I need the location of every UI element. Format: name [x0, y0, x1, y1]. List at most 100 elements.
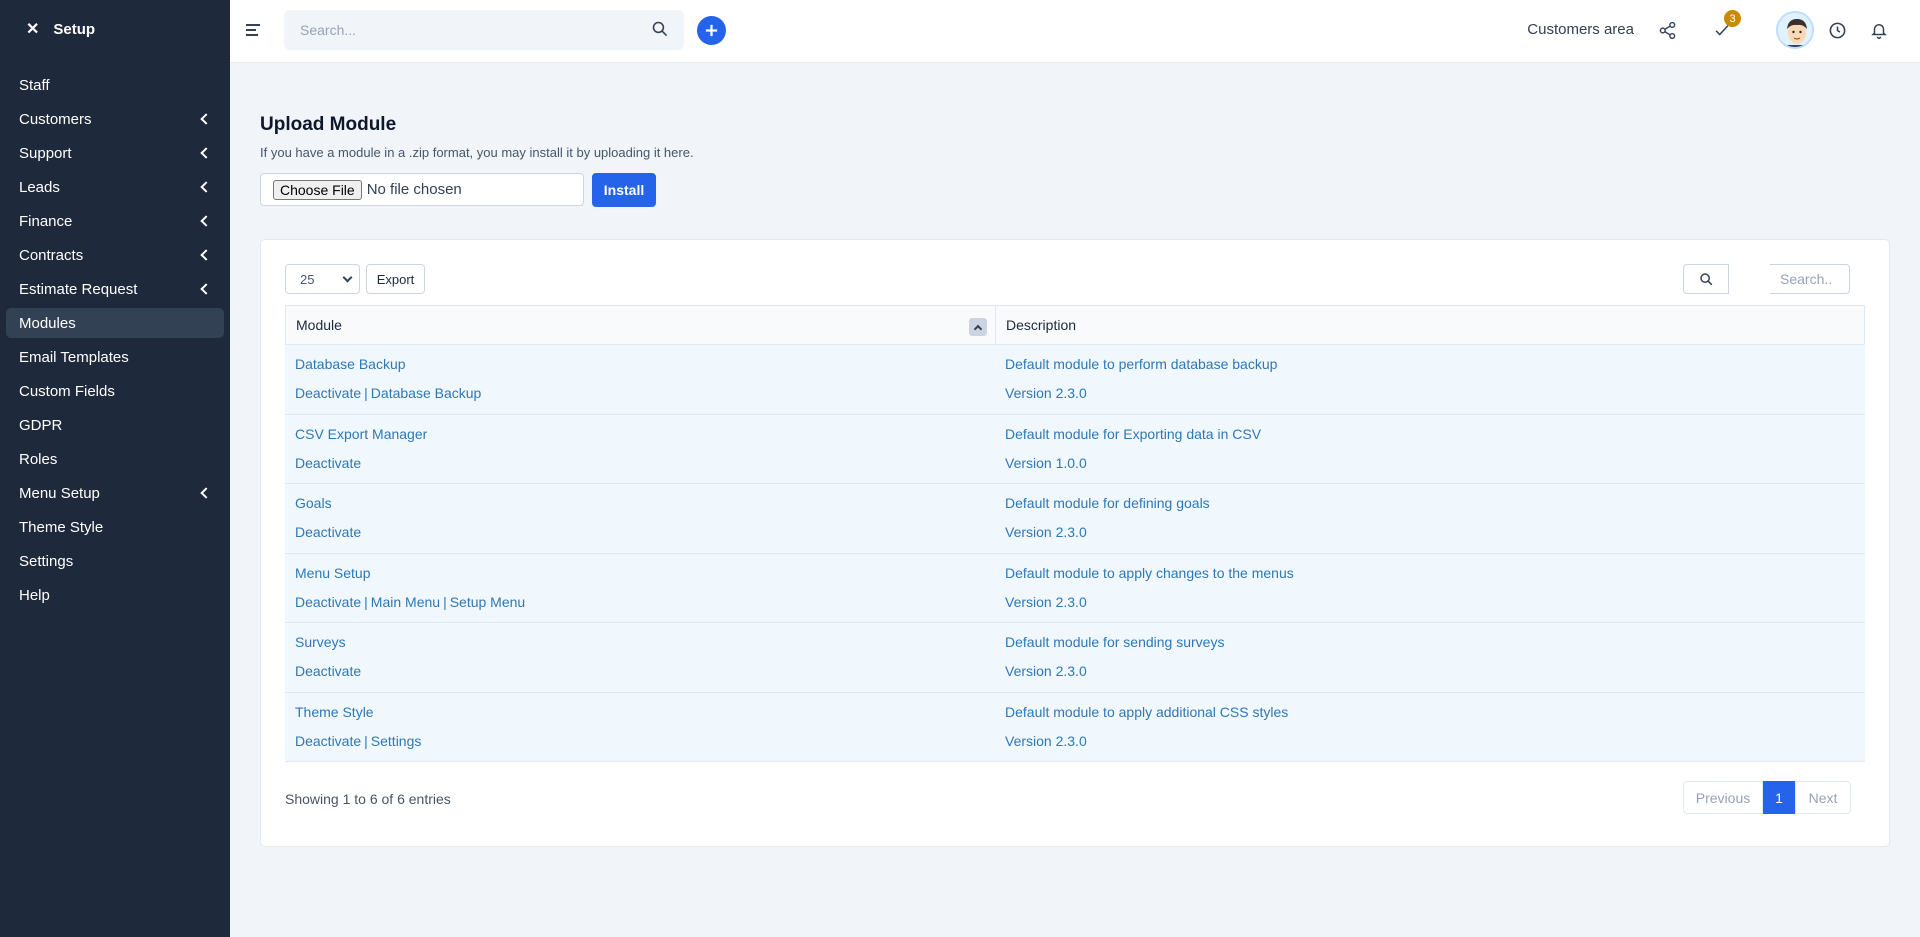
- sidebar-item-estimate-request[interactable]: Estimate Request: [6, 274, 224, 304]
- sidebar-header: ✕ Setup: [0, 0, 230, 58]
- pagination: Previous 1 Next: [1683, 781, 1851, 814]
- sidebar-item-label: Roles: [19, 450, 58, 468]
- module-actions: Deactivate | Database Backup: [295, 385, 985, 401]
- sidebar-item-theme-style[interactable]: Theme Style: [6, 512, 224, 542]
- chevron-left-icon: [200, 181, 212, 193]
- bell-icon[interactable]: [1866, 17, 1892, 43]
- action-link-deactivate[interactable]: Deactivate: [295, 594, 361, 610]
- sidebar-item-leads[interactable]: Leads: [6, 172, 224, 202]
- sidebar-item-custom-fields[interactable]: Custom Fields: [6, 376, 224, 406]
- action-separator: |: [364, 593, 368, 610]
- module-name-link[interactable]: Database Backup: [295, 356, 985, 372]
- action-link-deactivate[interactable]: Deactivate: [295, 385, 361, 401]
- module-description: Default module for sending surveys: [1005, 634, 1225, 650]
- avatar[interactable]: [1776, 11, 1814, 49]
- sidebar-item-finance[interactable]: Finance: [6, 206, 224, 236]
- sidebar-item-roles[interactable]: Roles: [6, 444, 224, 474]
- pagination-page-1[interactable]: 1: [1763, 781, 1795, 814]
- pagination-previous[interactable]: Previous: [1683, 781, 1763, 814]
- global-search-input[interactable]: [300, 22, 651, 38]
- sidebar-item-gdpr[interactable]: GDPR: [6, 410, 224, 440]
- search-icon[interactable]: [651, 20, 668, 41]
- page-length-select[interactable]: 25: [285, 264, 360, 294]
- module-name-link[interactable]: Menu Setup: [295, 565, 985, 581]
- sidebar-item-label: Theme Style: [19, 518, 104, 536]
- module-name-link[interactable]: Goals: [295, 495, 985, 511]
- sidebar-item-label: Contracts: [19, 246, 84, 264]
- export-button[interactable]: Export: [366, 264, 425, 294]
- module-cell: Goals Deactivate: [285, 484, 995, 553]
- module-name-link[interactable]: CSV Export Manager: [295, 426, 985, 442]
- module-actions: Deactivate: [295, 524, 985, 540]
- module-cell: CSV Export Manager Deactivate: [285, 415, 995, 484]
- action-link-main-menu[interactable]: Main Menu: [371, 594, 440, 610]
- sidebar-item-contracts[interactable]: Contracts: [6, 240, 224, 270]
- action-link-deactivate[interactable]: Deactivate: [295, 733, 361, 749]
- action-separator: |: [443, 593, 447, 610]
- sidebar-item-label: Customers: [19, 110, 92, 128]
- action-link-deactivate[interactable]: Deactivate: [295, 455, 361, 471]
- table-row: Theme Style Deactivate | Settings Default mo…: [285, 692, 1865, 762]
- sidebar-item-menu-setup[interactable]: Menu Setup: [6, 478, 224, 508]
- sidebar-item-help[interactable]: Help: [6, 580, 224, 610]
- customers-area-link[interactable]: Customers area: [1527, 21, 1634, 38]
- sidebar-item-label: Settings: [19, 552, 74, 570]
- action-separator: |: [364, 732, 368, 749]
- module-file-input[interactable]: Choose File No file chosen: [260, 173, 584, 206]
- chevron-left-icon: [200, 283, 212, 295]
- sidebar-item-customers[interactable]: Customers: [6, 104, 224, 134]
- module-actions: Deactivate: [295, 663, 985, 679]
- clock-icon[interactable]: [1824, 17, 1850, 43]
- sidebar: ✕ Setup Staff Customers Support Leads Financ…: [0, 0, 230, 937]
- action-link-deactivate[interactable]: Deactivate: [295, 524, 361, 540]
- chevron-left-icon: [200, 249, 212, 261]
- chevron-down-icon: [342, 272, 353, 283]
- share-icon[interactable]: [1654, 17, 1680, 43]
- sidebar-item-staff[interactable]: Staff: [6, 70, 224, 100]
- sidebar-item-label: Estimate Request: [19, 280, 138, 298]
- module-version: Version 2.3.0: [1005, 385, 1087, 401]
- sidebar-item-email-templates[interactable]: Email Templates: [6, 342, 224, 372]
- quick-create-button[interactable]: [697, 16, 726, 45]
- choose-file-button[interactable]: Choose File: [273, 179, 362, 200]
- plus-icon: [705, 24, 718, 37]
- sidebar-item-label: Menu Setup: [19, 484, 100, 502]
- module-version: Version 1.0.0: [1005, 454, 1087, 471]
- sort-ascending-icon[interactable]: [969, 318, 987, 336]
- global-search[interactable]: [284, 10, 684, 50]
- pagination-next[interactable]: Next: [1795, 781, 1851, 814]
- sidebar-item-label: Finance: [19, 212, 73, 230]
- description-cell: Default module to apply changes to the m…: [995, 554, 1304, 623]
- upload-module-description: If you have a module in a .zip format, y…: [260, 145, 694, 160]
- table-row: Surveys Deactivate Default module for send…: [285, 623, 1865, 693]
- table-search-input[interactable]: [1770, 264, 1850, 294]
- table-search-icon[interactable]: [1683, 264, 1729, 294]
- tasks-button[interactable]: 3: [1709, 10, 1741, 43]
- close-icon[interactable]: ✕: [26, 19, 39, 39]
- sidebar-title: Setup: [53, 20, 96, 38]
- menu-icon[interactable]: [246, 24, 260, 39]
- sidebar-item-settings[interactable]: Settings: [6, 546, 224, 576]
- action-link-settings[interactable]: Settings: [371, 733, 422, 749]
- module-actions: Deactivate | Settings: [295, 733, 985, 749]
- sidebar-item-modules[interactable]: Modules: [6, 308, 224, 338]
- column-header-description[interactable]: Description: [996, 306, 1076, 344]
- table-row: Goals Deactivate Default module for defini…: [285, 484, 1865, 554]
- module-name-link[interactable]: Theme Style: [295, 704, 985, 720]
- install-button[interactable]: Install: [592, 173, 656, 207]
- action-link-deactivate[interactable]: Deactivate: [295, 663, 361, 679]
- chevron-left-icon: [200, 215, 212, 227]
- description-cell: Default module to perform database backu…: [995, 345, 1287, 414]
- sidebar-item-support[interactable]: Support: [6, 138, 224, 168]
- action-separator: |: [364, 385, 368, 401]
- top-bar: Customers area 3: [230, 0, 1920, 63]
- sidebar-item-label: Support: [19, 144, 72, 162]
- table-row: CSV Export Manager Deactivate Default modu…: [285, 414, 1865, 484]
- action-link-database-backup[interactable]: Database Backup: [371, 385, 482, 401]
- modules-table: Module Description Database Backup Deacti…: [285, 305, 1865, 762]
- action-link-setup-menu[interactable]: Setup Menu: [450, 594, 526, 610]
- column-header-module[interactable]: Module: [286, 306, 996, 344]
- description-cell: Default module to apply additional CSS s…: [995, 693, 1298, 762]
- description-cell: Default module for Exporting data in CSV…: [995, 415, 1271, 484]
- module-name-link[interactable]: Surveys: [295, 634, 985, 650]
